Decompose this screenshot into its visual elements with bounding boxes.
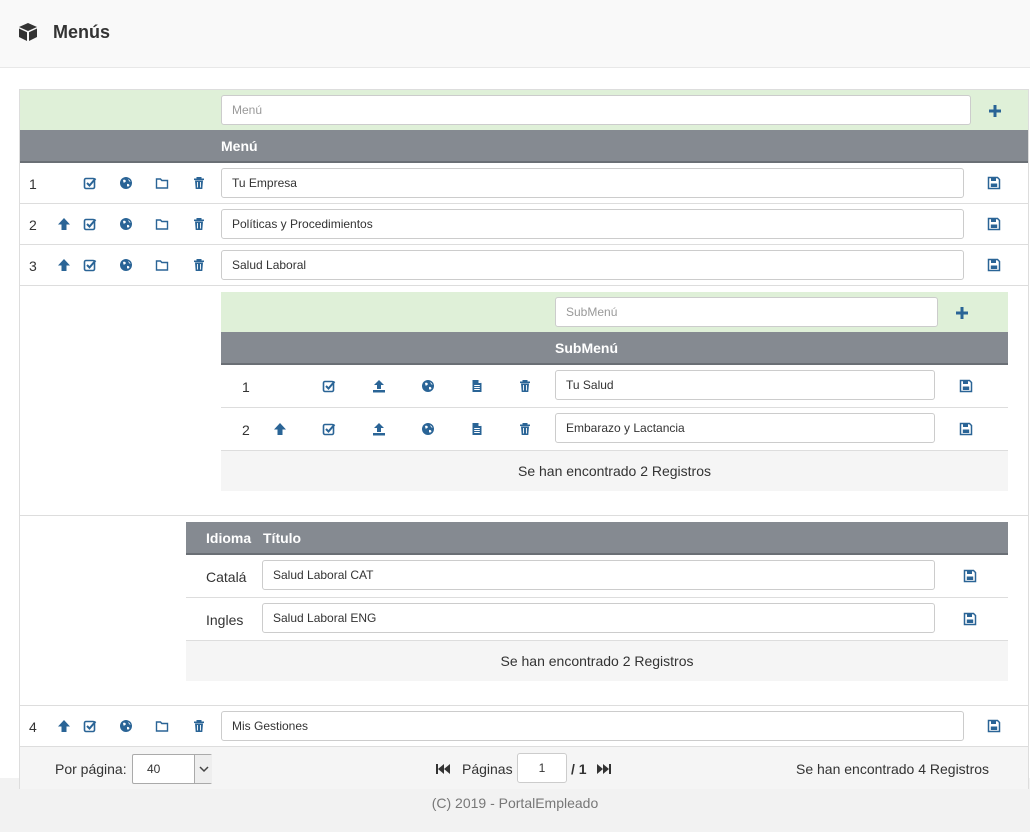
save-icon[interactable] bbox=[987, 258, 1001, 272]
menu-column-label: Menú bbox=[221, 138, 258, 154]
menu-row: 2 Políticas y Procedimientos bbox=[20, 204, 1028, 245]
chevron-down-icon[interactable] bbox=[194, 755, 212, 783]
globe-icon[interactable] bbox=[119, 217, 133, 231]
publish-check-icon[interactable] bbox=[83, 258, 97, 272]
last-page-icon[interactable] bbox=[594, 763, 616, 775]
trash-icon[interactable] bbox=[192, 176, 206, 190]
translations-count-text: Se han encontrado 2 Registros bbox=[186, 641, 1008, 681]
folder-icon[interactable] bbox=[155, 719, 169, 733]
language-label: Catalá bbox=[206, 569, 247, 585]
menu-row: 1 Tu Empresa bbox=[20, 163, 1028, 204]
new-menu-input[interactable]: Menú bbox=[221, 95, 971, 125]
publish-check-icon[interactable] bbox=[322, 422, 336, 436]
total-pages: / 1 bbox=[571, 761, 587, 777]
row-number: 1 bbox=[29, 176, 37, 192]
menu-name-input[interactable]: Mis Gestiones bbox=[221, 711, 964, 741]
move-up-icon[interactable] bbox=[273, 422, 287, 436]
menu-row: 3 Salud Laboral bbox=[20, 245, 1028, 286]
pages-label: Páginas bbox=[462, 761, 513, 777]
translation-title-input[interactable]: Salud Laboral CAT bbox=[262, 560, 935, 590]
save-icon[interactable] bbox=[959, 379, 973, 393]
first-page-icon[interactable] bbox=[433, 763, 455, 775]
page-header: Menús bbox=[0, 0, 1030, 68]
new-submenu-input[interactable]: SubMenú bbox=[555, 297, 938, 327]
globe-icon[interactable] bbox=[119, 719, 133, 733]
trash-icon[interactable] bbox=[192, 258, 206, 272]
translation-row: Catalá Salud Laboral CAT bbox=[186, 555, 1008, 598]
row-number: 1 bbox=[242, 379, 250, 395]
submenu-name-input[interactable]: Tu Salud bbox=[555, 370, 935, 400]
submenu-count-text: Se han encontrado 2 Registros bbox=[221, 451, 1008, 491]
page-number-input[interactable]: 1 bbox=[517, 753, 567, 783]
globe-icon[interactable] bbox=[119, 176, 133, 190]
per-page-label: Por página: bbox=[55, 761, 127, 777]
translations-header: Idioma Título bbox=[186, 522, 1008, 555]
save-icon[interactable] bbox=[987, 176, 1001, 190]
publish-check-icon[interactable] bbox=[83, 217, 97, 231]
row-number: 4 bbox=[29, 719, 37, 735]
submenu-column-header: SubMenú bbox=[221, 332, 1008, 365]
add-submenu-plus-icon[interactable] bbox=[955, 306, 969, 320]
upload-icon[interactable] bbox=[372, 379, 386, 393]
submenu-name-input[interactable]: Embarazo y Lactancia bbox=[555, 413, 935, 443]
folder-icon[interactable] bbox=[155, 217, 169, 231]
publish-check-icon[interactable] bbox=[83, 719, 97, 733]
menu-row: 4 Mis Gestiones bbox=[20, 706, 1028, 746]
save-icon[interactable] bbox=[963, 612, 977, 626]
row-number: 3 bbox=[29, 258, 37, 274]
file-icon[interactable] bbox=[470, 422, 484, 436]
language-column-label: Idioma bbox=[206, 530, 252, 546]
file-icon[interactable] bbox=[470, 379, 484, 393]
trash-icon[interactable] bbox=[518, 379, 532, 393]
upload-icon[interactable] bbox=[372, 422, 386, 436]
globe-icon[interactable] bbox=[421, 379, 435, 393]
language-label: Ingles bbox=[206, 612, 244, 628]
save-icon[interactable] bbox=[987, 217, 1001, 231]
pagination-bar: Por página: 40 Páginas 1 / 1 Se han enco… bbox=[20, 746, 1028, 789]
translation-row: Ingles Salud Laboral ENG bbox=[186, 598, 1008, 641]
menu-name-input[interactable]: Tu Empresa bbox=[221, 168, 964, 198]
submenu-row: 2 Embarazo y Lactancia bbox=[221, 408, 1008, 451]
move-up-icon[interactable] bbox=[57, 258, 71, 272]
publish-check-icon[interactable] bbox=[322, 379, 336, 393]
menu-panel: Menú Menú 1 Tu Empresa 2 Políticas y Pro… bbox=[19, 89, 1029, 789]
submenu-column-label: SubMenú bbox=[555, 340, 618, 356]
submenu-row: 1 Tu Salud bbox=[221, 365, 1008, 408]
per-page-select[interactable]: 40 bbox=[132, 754, 212, 784]
divider bbox=[20, 515, 1028, 516]
row-number: 2 bbox=[29, 217, 37, 233]
publish-check-icon[interactable] bbox=[83, 176, 97, 190]
move-up-icon[interactable] bbox=[57, 217, 71, 231]
page-title: Menús bbox=[53, 22, 111, 42]
copyright-text: (C) 2019 - PortalEmpleado bbox=[431, 795, 599, 811]
trash-icon[interactable] bbox=[192, 719, 206, 733]
menu-name-input[interactable]: Salud Laboral bbox=[221, 250, 964, 280]
translation-title-input[interactable]: Salud Laboral ENG bbox=[262, 603, 935, 633]
globe-icon[interactable] bbox=[119, 258, 133, 272]
menu-column-header: Menú bbox=[20, 130, 1028, 163]
menu-name-input[interactable]: Políticas y Procedimientos bbox=[221, 209, 964, 239]
save-icon[interactable] bbox=[987, 719, 1001, 733]
globe-icon[interactable] bbox=[421, 422, 435, 436]
total-records-text: Se han encontrado 4 Registros bbox=[796, 761, 990, 777]
add-menu-plus-icon[interactable] bbox=[988, 104, 1002, 118]
move-up-icon[interactable] bbox=[57, 719, 71, 733]
trash-icon[interactable] bbox=[518, 422, 532, 436]
folder-icon[interactable] bbox=[155, 258, 169, 272]
trash-icon[interactable] bbox=[192, 217, 206, 231]
save-icon[interactable] bbox=[959, 422, 973, 436]
per-page-value: 40 bbox=[147, 762, 161, 776]
cube-icon bbox=[18, 22, 38, 42]
folder-icon[interactable] bbox=[155, 176, 169, 190]
row-number: 2 bbox=[242, 422, 250, 438]
save-icon[interactable] bbox=[963, 569, 977, 583]
title-column-label: Título bbox=[263, 530, 302, 546]
